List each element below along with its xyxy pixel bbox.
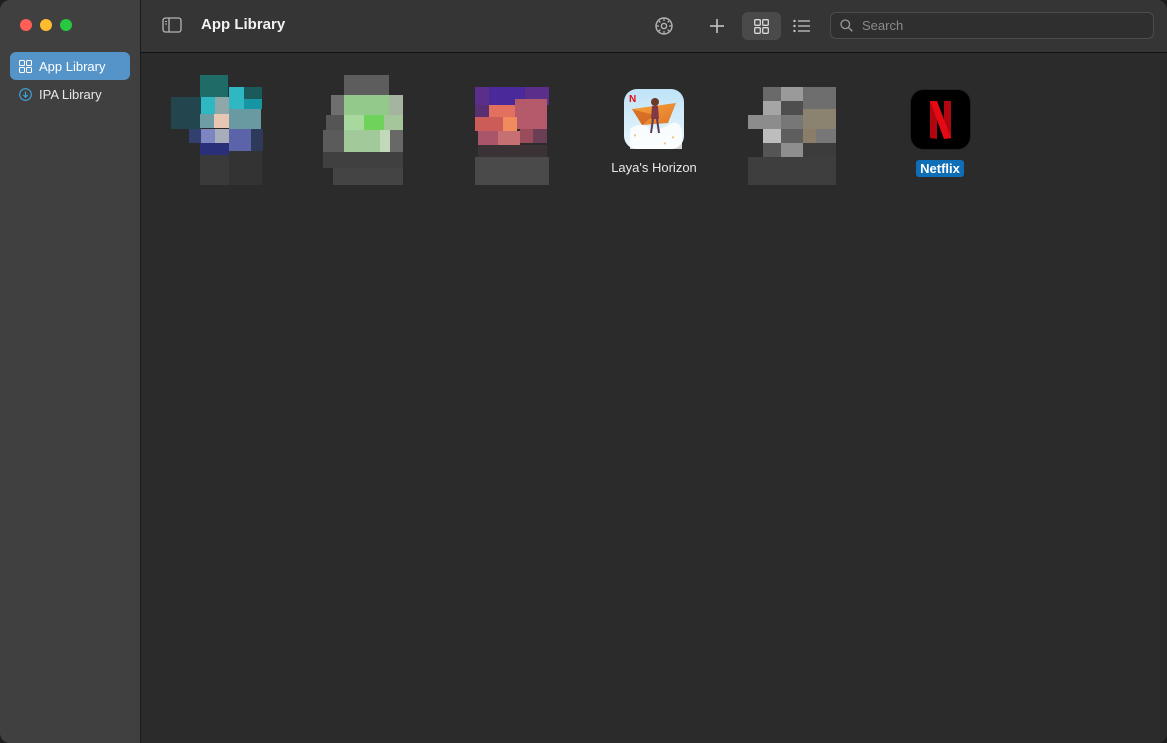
close-window-button[interactable] — [20, 19, 32, 31]
gear-icon — [655, 17, 673, 35]
sidebar-toggle-button[interactable] — [162, 16, 182, 34]
app-item-layas-horizon[interactable]: N Laya's Horizon — [594, 89, 714, 177]
grid-view-button[interactable] — [742, 12, 781, 40]
zoom-window-button[interactable] — [60, 19, 72, 31]
window-controls — [20, 19, 72, 31]
obscured-app-icon — [323, 75, 403, 185]
app-item-netflix[interactable]: Netflix — [880, 89, 1000, 178]
toolbar: App Library — [141, 0, 1167, 53]
plus-icon — [710, 19, 724, 33]
list-view-button[interactable] — [789, 12, 815, 40]
app-label: Laya's Horizon — [611, 160, 697, 175]
sidebar-item-label: IPA Library — [39, 86, 102, 102]
app-label: Netflix — [916, 160, 964, 177]
app-item[interactable] — [163, 73, 283, 188]
add-button[interactable] — [706, 15, 728, 37]
sidebar-item-app-library[interactable]: App Library — [10, 52, 130, 80]
sidebar-item-ipa-library[interactable]: IPA Library — [10, 80, 130, 108]
page-title: App Library — [201, 16, 286, 33]
app-grid: N Laya's Horizon Netflix — [141, 53, 1167, 743]
sidebar-toggle-icon — [162, 17, 182, 33]
minimize-window-button[interactable] — [40, 19, 52, 31]
netflix-icon — [909, 89, 971, 150]
grid-icon — [19, 59, 32, 73]
settings-button[interactable] — [653, 15, 675, 37]
list-view-icon — [793, 19, 810, 33]
layas-horizon-icon: N — [624, 89, 684, 149]
svg-text:N: N — [629, 94, 636, 105]
download-circle-icon — [19, 87, 32, 101]
grid-view-icon — [754, 18, 769, 34]
obscured-app-icon — [171, 75, 263, 185]
obscured-app-icon — [475, 87, 549, 185]
search-field[interactable] — [830, 12, 1154, 39]
app-item[interactable] — [733, 73, 853, 188]
app-window: App Library IPA Library App Library Sear… — [0, 0, 1167, 743]
search-input[interactable] — [860, 17, 1134, 34]
app-item[interactable] — [453, 73, 573, 188]
sidebar-item-label: App Library — [39, 58, 106, 74]
app-item[interactable] — [313, 73, 433, 188]
sidebar: App Library IPA Library — [0, 0, 141, 743]
obscured-app-icon — [748, 87, 836, 185]
search-icon — [840, 19, 853, 32]
